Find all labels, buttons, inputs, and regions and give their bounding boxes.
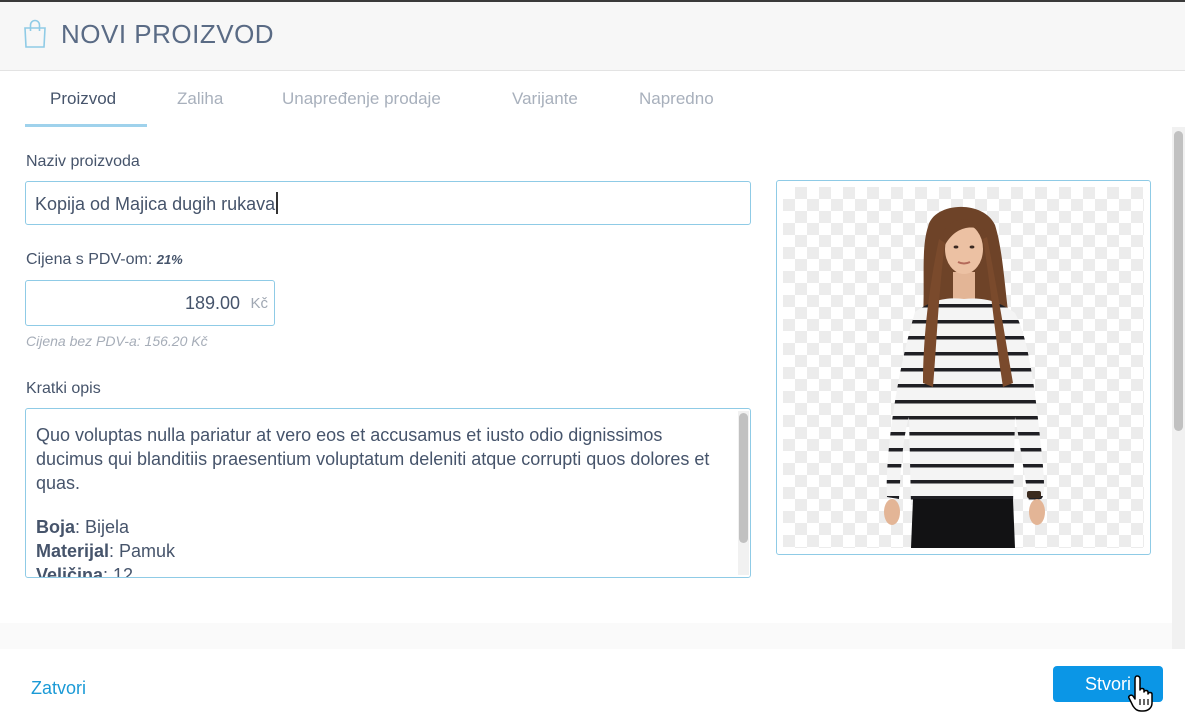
product-photo: [884, 206, 1045, 548]
text-caret: [276, 192, 279, 214]
modal-title: NOVI PROIZVOD: [61, 19, 275, 49]
tab-napredno[interactable]: Napredno: [639, 89, 714, 109]
attribute-line-material: Materijal: Pamuk: [36, 539, 726, 563]
short-description-content: Quo voluptas nulla pariatur at vero eos …: [36, 423, 726, 578]
product-name-value: Kopija od Majica dugih rukava: [35, 194, 276, 214]
modal-footer: Zatvori Stvori: [0, 649, 1185, 723]
hand-pointer-icon: [1128, 675, 1153, 712]
attribute-key: Veličina: [36, 565, 104, 578]
product-form: Naziv proizvoda Kopija od Majica dugih r…: [0, 127, 1172, 623]
tab-proizvod[interactable]: Proizvod: [50, 89, 116, 109]
price-value: 189.00: [184, 293, 240, 313]
attribute-value: : Pamuk: [109, 541, 176, 561]
description-paragraph: Quo voluptas nulla pariatur at vero eos …: [36, 425, 710, 493]
close-button[interactable]: Zatvori: [31, 678, 86, 699]
vat-rate: 21%: [156, 252, 183, 267]
product-image-dropzone[interactable]: [776, 180, 1151, 555]
modal-header: NOVI PROIZVOD: [0, 2, 1185, 71]
short-description-textarea[interactable]: Quo voluptas nulla pariatur at vero eos …: [25, 408, 751, 578]
price-label-text: Cijena s PDV-om:: [26, 251, 153, 268]
attribute-line-color: Boja: Bijela: [36, 515, 726, 539]
modal-scrollbar-thumb[interactable]: [1174, 131, 1183, 431]
attribute-value: : Bijela: [75, 517, 130, 537]
modal-body: Naziv proizvoda Kopija od Majica dugih r…: [0, 127, 1185, 649]
attribute-line-size: Veličina: 12: [36, 563, 726, 578]
modal-scrollbar[interactable]: [1172, 127, 1185, 649]
product-name-input[interactable]: Kopija od Majica dugih rukava: [25, 181, 751, 225]
attribute-key: Boja: [36, 517, 76, 537]
tab-unapredenje-prodaje[interactable]: Unapređenje prodaje: [282, 89, 441, 109]
product-name-label: Naziv proizvoda: [26, 153, 140, 170]
attribute-key: Materijal: [36, 541, 110, 561]
price-without-vat-hint: Cijena bez PDV-a: 156.20 Kč: [26, 333, 208, 349]
textarea-scrollbar[interactable]: [738, 411, 749, 575]
shopping-bag-icon: [24, 19, 46, 48]
price-input[interactable]: 189.00 Kč: [25, 280, 275, 326]
currency-suffix: Kč: [250, 295, 268, 312]
short-description-label: Kratki opis: [26, 380, 101, 397]
textarea-scrollbar-thumb[interactable]: [739, 413, 748, 543]
tab-bar: Proizvod Zaliha Unapređenje prodaje Vari…: [0, 71, 1185, 127]
price-label: Cijena s PDV-om: 21%: [26, 251, 183, 269]
tab-varijante[interactable]: Varijante: [512, 89, 578, 109]
tab-zaliha[interactable]: Zaliha: [177, 89, 223, 109]
attribute-value: : 12: [103, 565, 134, 578]
transparent-background: [783, 187, 1144, 548]
